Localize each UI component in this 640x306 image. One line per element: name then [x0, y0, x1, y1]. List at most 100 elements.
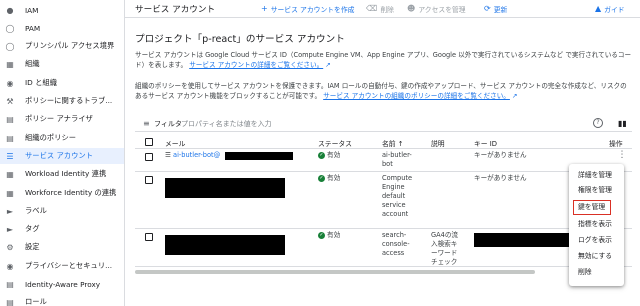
- delete-button[interactable]: ⌫ 削除: [366, 4, 394, 14]
- sidebar-item-service-accounts[interactable]: ☰ サービス アカウント: [0, 148, 124, 164]
- sidebar-item-policy-analyzer[interactable]: ▤ ポリシー アナライザ: [0, 111, 124, 127]
- sidebar-item-label: ポリシーに関するトラブ...: [25, 96, 113, 105]
- row-checkbox[interactable]: [145, 153, 153, 161]
- manage-access-button[interactable]: ☻ アクセスを管理: [407, 4, 466, 14]
- name-line: account: [382, 210, 409, 218]
- table-row: ✓ 有効 search- console- access GA4の流 入検索キ …: [135, 230, 632, 267]
- sidebar-item-workforce-identity[interactable]: ▦ Workforce Identity の連携: [0, 185, 124, 201]
- page-heading: サービス アカウント: [135, 4, 216, 15]
- sidebar-item-organizations[interactable]: ▦ 組織: [0, 56, 124, 72]
- role-icon: ▤: [6, 297, 14, 306]
- name-line: default: [382, 192, 406, 200]
- name-line: search-: [382, 231, 407, 239]
- email-cell: ☰ ai-butler-bot@: [165, 151, 220, 160]
- filter-input[interactable]: プロパティ名または値を入力: [181, 119, 272, 129]
- search-doc-icon: ▤: [6, 114, 14, 124]
- header-email[interactable]: メール: [165, 138, 185, 148]
- workload-icon: ▦: [6, 169, 14, 179]
- name-cell: search- console- access: [382, 231, 410, 258]
- name-cell: ai-butler- bot: [382, 151, 412, 169]
- redacted-block: [165, 178, 285, 198]
- building-icon: ▦: [6, 59, 14, 69]
- menu-item-manage-permissions[interactable]: 権限を管理: [569, 183, 624, 198]
- workforce-icon: ▦: [6, 188, 14, 198]
- menu-item-view-metrics[interactable]: 指標を表示: [569, 217, 624, 232]
- name-line: ai-butler-: [382, 151, 412, 159]
- filter-icon: ≡: [143, 119, 150, 128]
- delete-label: 削除: [380, 5, 394, 14]
- sidebar-item-label: プライバシーとセキュリ...: [25, 261, 113, 270]
- name-cell: Compute Engine default service account: [382, 174, 412, 219]
- sidebar-item-label: IAM: [25, 5, 39, 15]
- person-icon: ●: [6, 5, 14, 15]
- sidebar-item-policy-troubleshooter[interactable]: ⚒ ポリシーに関するトラブ...: [0, 93, 124, 109]
- key-id-cell: キーがありません: [474, 174, 527, 182]
- guide-button[interactable]: ▲ ガイド: [595, 4, 625, 14]
- manage-access-label: アクセスを管理: [418, 5, 466, 14]
- description-line: GA4の流: [431, 231, 459, 239]
- row-checkbox[interactable]: [145, 233, 153, 241]
- intro-paragraph: サービス アカウントは Google Cloud サービス ID（Compute…: [135, 50, 632, 70]
- header-name[interactable]: 名前 ↑: [382, 138, 403, 148]
- status-text: 有効: [327, 231, 341, 239]
- name-line: bot: [382, 160, 393, 168]
- create-service-account-label: サービス アカウントを作成: [270, 5, 355, 14]
- sidebar-item-iam[interactable]: ● IAM: [0, 2, 124, 18]
- sidebar-item-principal-access-boundary[interactable]: ◯ プリンシパル アクセス境界: [0, 38, 124, 54]
- service-account-details-link[interactable]: サービス アカウントの詳細をご覧ください。: [189, 61, 323, 69]
- sort-ascending-icon: ↑: [397, 140, 404, 148]
- sidebar-item-tags[interactable]: ► タグ: [0, 221, 124, 237]
- sidebar-item-label: Workforce Identity の連携: [25, 188, 117, 197]
- sidebar-item-iap[interactable]: ▤ Identity-Aware Proxy: [0, 276, 124, 292]
- tag-icon: ►: [6, 224, 14, 234]
- header-status[interactable]: ステータス: [318, 138, 352, 148]
- sidebar-item-pam[interactable]: ◯ PAM: [0, 20, 124, 36]
- horizontal-scrollbar[interactable]: [135, 270, 535, 274]
- top-toolbar: サービス アカウント + サービス アカウントを作成 ⌫ 削除 ☻ アクセスを管…: [125, 0, 640, 18]
- redacted-block: [165, 235, 285, 255]
- description-line: チェック: [431, 258, 458, 266]
- refresh-button[interactable]: ⟳ 更新: [484, 4, 507, 14]
- sidebar-item-org-policies[interactable]: ▤ 組織のポリシー: [0, 130, 124, 146]
- email-link[interactable]: ai-butler-bot@: [173, 151, 220, 159]
- refresh-label: 更新: [493, 5, 508, 14]
- redacted-block: [474, 233, 574, 247]
- main-content: プロジェクト「p-react」のサービス アカウント サービス アカウントは G…: [125, 19, 640, 306]
- sidebar-item-workload-identity[interactable]: ▦ Workload Identity 連携: [0, 166, 124, 182]
- menu-item-manage-keys[interactable]: 鍵を管理: [573, 200, 611, 215]
- sidebar-item-label: PAM: [25, 23, 41, 33]
- check-circle-icon: ✓: [318, 175, 325, 182]
- menu-item-view-logs[interactable]: ログを表示: [569, 233, 624, 248]
- service-account-icon: ☰: [6, 151, 14, 161]
- sidebar-item-label: 組織のポリシー: [25, 133, 77, 142]
- sidebar-item-settings[interactable]: ⚙ 設定: [0, 239, 124, 255]
- more-actions-icon[interactable]: ⋮: [617, 150, 627, 162]
- sidebar-item-label: ラベル: [25, 206, 47, 215]
- sidebar-item-label: 組織: [25, 59, 40, 68]
- header-description[interactable]: 説明: [431, 138, 445, 148]
- page-title: プロジェクト「p-react」のサービス アカウント: [135, 34, 345, 45]
- sidebar-item-identity-and-org[interactable]: ◉ ID と組織: [0, 75, 124, 91]
- name-line: access: [382, 249, 405, 257]
- sidebar-item-label: ID と組織: [25, 78, 57, 87]
- menu-item-manage-details[interactable]: 詳細を管理: [569, 168, 624, 183]
- description-cell: GA4の流 入検索キ ーワード チェック: [431, 231, 458, 267]
- row-checkbox[interactable]: [145, 176, 153, 184]
- filter-bar[interactable]: ≡ フィルタ プロパティ名または値を入力 ? ▮▮: [135, 116, 632, 132]
- select-all-checkbox[interactable]: [145, 138, 153, 146]
- check-circle-icon: ✓: [318, 232, 325, 239]
- org-policy-details-link[interactable]: サービス アカウントの組織のポリシーの詳細をご覧ください。: [323, 92, 510, 100]
- description-line: ーワード: [431, 249, 458, 257]
- create-service-account-button[interactable]: + サービス アカウントを作成: [261, 4, 354, 14]
- help-icon[interactable]: ?: [593, 118, 603, 128]
- header-key-id[interactable]: キー ID: [474, 138, 497, 148]
- privacy-icon: ◉: [6, 261, 14, 271]
- sidebar-item-privacy-security[interactable]: ◉ プライバシーとセキュリ...: [0, 258, 124, 274]
- menu-item-disable[interactable]: 無効にする: [569, 249, 624, 264]
- sidebar-item-roles[interactable]: ▤ ロール: [0, 294, 124, 306]
- row-actions-menu: 詳細を管理 権限を管理 鍵を管理 指標を表示 ログを表示 無効にする 削除: [569, 164, 624, 286]
- menu-item-delete[interactable]: 削除: [569, 265, 624, 280]
- sidebar-item-labels[interactable]: ► ラベル: [0, 203, 124, 219]
- column-display-icon[interactable]: ▮▮: [618, 119, 627, 128]
- sidebar-item-label: プリンシパル アクセス境界: [25, 41, 115, 50]
